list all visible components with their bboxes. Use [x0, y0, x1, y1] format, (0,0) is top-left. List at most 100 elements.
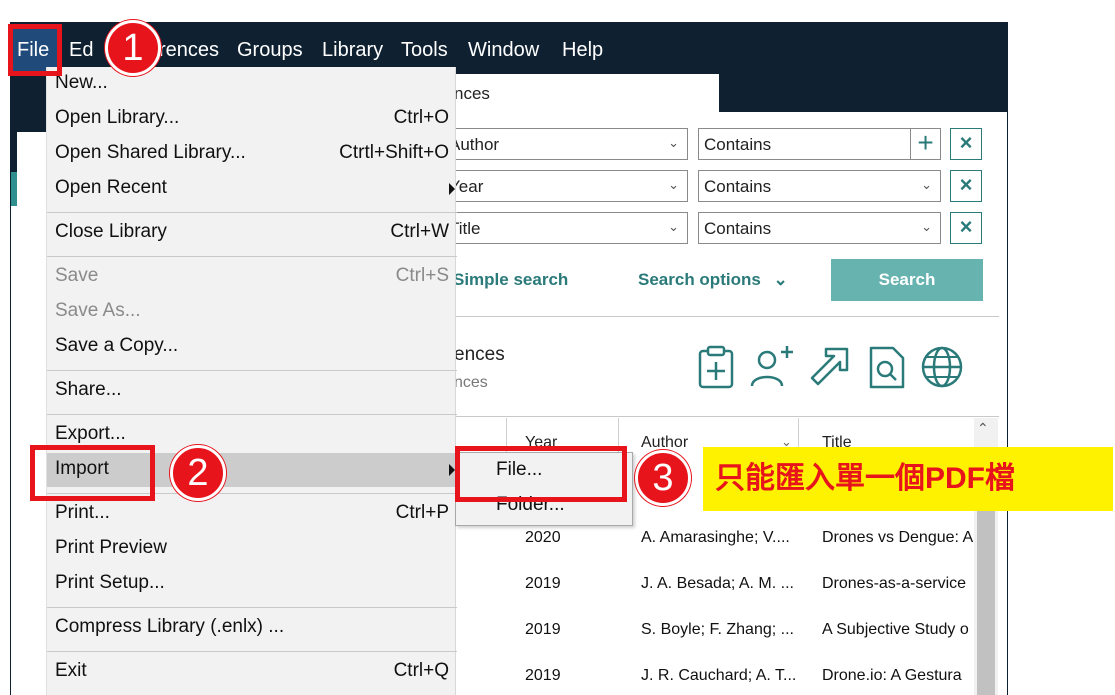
- highlight-box-file-submenu: [455, 446, 627, 502]
- remove-row-1-close-icon[interactable]: ×: [950, 128, 982, 160]
- menu-item-compress-label: Compress Library (.enlx) ...: [55, 616, 285, 637]
- menu-item-new-label: New...: [55, 72, 108, 93]
- menu-references[interactable]: rences: [159, 39, 219, 62]
- sidebar-edge: [11, 80, 17, 172]
- menu-item-close-library-label: Close Library: [55, 221, 167, 242]
- menu-edit[interactable]: Ed: [69, 39, 93, 62]
- step-badge-2: 2: [170, 445, 226, 501]
- tab-label: nces: [454, 84, 490, 103]
- menu-item-print-preview-label: Print Preview: [55, 537, 167, 558]
- chevron-down-icon: ⌄: [921, 219, 932, 234]
- menu-separator: [47, 370, 457, 371]
- cell-author: J. R. Cauchard; A. T...: [641, 667, 797, 684]
- cell-year: 2019: [525, 575, 561, 592]
- menu-item-close-library[interactable]: Close Library Ctrl+W: [47, 216, 457, 250]
- cell-author: A. Amarasinghe; V....: [641, 529, 790, 546]
- search-options-dropdown[interactable]: Search options ⌄: [638, 270, 788, 290]
- cell-author: S. Boyle; F. Zhang; ...: [641, 621, 794, 638]
- sidebar-selected-edge: [11, 172, 17, 206]
- endnote-window: File Ed rences Groups Library Tools Wind…: [10, 22, 1008, 695]
- menu-item-open-recent[interactable]: Open Recent: [47, 172, 457, 206]
- menu-library[interactable]: Library: [322, 39, 383, 62]
- cell-year: 2020: [525, 529, 561, 546]
- menu-item-save-as: Save As...: [47, 295, 457, 329]
- menu-item-print-setup[interactable]: Print Setup...: [47, 567, 457, 601]
- chevron-down-icon: ⌄: [921, 177, 932, 192]
- menu-item-save: Save Ctrl+S: [47, 260, 457, 294]
- library-title: ences: [454, 344, 505, 365]
- step-badge-3: 3: [635, 450, 691, 506]
- menu-item-open-library[interactable]: Open Library... Ctrl+O: [47, 102, 457, 136]
- menu-item-new[interactable]: New...: [47, 67, 457, 101]
- column-header-author-label: Author: [641, 434, 689, 451]
- divider: [454, 416, 999, 417]
- screenshot-stage: File Ed rences Groups Library Tools Wind…: [0, 0, 1115, 695]
- pdf-search-icon[interactable]: [863, 344, 909, 390]
- submenu-arrow-icon: [449, 183, 455, 195]
- remove-row-3-close-icon[interactable]: ×: [950, 212, 982, 244]
- menu-item-print-setup-label: Print Setup...: [55, 572, 165, 593]
- menu-separator: [47, 256, 457, 257]
- menu-separator: [47, 607, 457, 608]
- cell-author: J. A. Besada; A. M. ...: [641, 575, 794, 592]
- menu-separator: [47, 651, 457, 652]
- menu-item-exit-label: Exit: [55, 660, 87, 681]
- search-operator-2[interactable]: Contains ⌄: [698, 170, 941, 202]
- menu-item-compress-library[interactable]: Compress Library (.enlx) ...: [47, 611, 457, 645]
- search-field-3[interactable]: Title ⌄: [443, 212, 688, 244]
- search-operator-2-value: Contains: [704, 177, 772, 196]
- cell-title: Drones-as-a-service: [822, 575, 967, 592]
- menu-item-open-shared-library[interactable]: Open Shared Library... Ctrtl+Shift+O: [47, 137, 457, 171]
- search-options-label: Search options: [638, 270, 761, 289]
- chevron-down-icon: ⌄: [668, 177, 679, 192]
- divider: [454, 316, 999, 317]
- menu-item-save-copy-label: Save a Copy...: [55, 335, 179, 356]
- chevron-down-icon: ⌄: [668, 219, 679, 234]
- shortcut-exit: Ctrl+Q: [393, 660, 449, 681]
- remove-row-2-close-icon[interactable]: ×: [950, 170, 982, 202]
- file-menu-dropdown: New... Open Library... Ctrl+O Open Share…: [46, 67, 457, 695]
- simple-search-link[interactable]: Simple search: [453, 270, 568, 290]
- menu-item-open-library-label: Open Library...: [55, 107, 180, 128]
- add-row-plus-icon[interactable]: +: [910, 129, 940, 159]
- search-field-2[interactable]: Year ⌄: [443, 170, 688, 202]
- menu-tools[interactable]: Tools: [401, 39, 448, 62]
- search-operator-3-value: Contains: [704, 219, 772, 238]
- menu-item-open-recent-label: Open Recent: [55, 177, 167, 198]
- cell-title: Drone.io: A Gestura: [822, 667, 962, 684]
- menu-item-save-copy[interactable]: Save a Copy...: [47, 330, 457, 364]
- menu-item-print-label: Print...: [55, 502, 110, 523]
- scroll-up-arrow-icon[interactable]: ⌃: [977, 420, 989, 437]
- menu-item-share-label: Share...: [55, 379, 122, 400]
- search-operator-1[interactable]: Contains +: [698, 128, 941, 160]
- menu-item-export-label: Export...: [55, 423, 126, 444]
- search-operator-3[interactable]: Contains ⌄: [698, 212, 941, 244]
- shortcut-open-shared: Ctrtl+Shift+O: [339, 142, 449, 163]
- menu-item-save-label: Save: [55, 265, 99, 286]
- scrollbar-thumb[interactable]: [977, 492, 995, 695]
- menu-item-print[interactable]: Print... Ctrl+P: [47, 497, 457, 531]
- menu-item-share[interactable]: Share...: [47, 374, 457, 408]
- menu-groups[interactable]: Groups: [237, 39, 303, 62]
- shortcut-open-library: Ctrl+O: [393, 107, 449, 128]
- search-button[interactable]: Search: [831, 259, 983, 301]
- menu-separator: [47, 212, 457, 213]
- cell-title: Drones vs Dengue: A: [822, 529, 974, 546]
- globe-icon[interactable]: [919, 344, 965, 390]
- highlight-box-import: [30, 445, 155, 501]
- menu-help[interactable]: Help: [562, 39, 603, 62]
- step-badge-1: 1: [105, 20, 161, 76]
- annotation-callout: 只能匯入單一個PDF檔: [703, 447, 1113, 511]
- tab-all-references[interactable]: [454, 74, 719, 112]
- menu-window[interactable]: Window: [468, 39, 539, 62]
- menu-item-print-preview[interactable]: Print Preview: [47, 532, 457, 566]
- menu-item-exit[interactable]: Exit Ctrl+Q: [47, 655, 457, 689]
- shortcut-close-library: Ctrl+W: [390, 221, 449, 242]
- chevron-down-icon: ⌄: [668, 135, 679, 150]
- cell-year: 2019: [525, 667, 561, 684]
- add-user-icon[interactable]: [749, 344, 795, 390]
- clipboard-plus-icon[interactable]: [693, 344, 739, 390]
- menu-item-open-shared-label: Open Shared Library...: [55, 142, 246, 163]
- share-arrow-icon[interactable]: [806, 344, 852, 390]
- search-field-1[interactable]: Author ⌄: [443, 128, 688, 160]
